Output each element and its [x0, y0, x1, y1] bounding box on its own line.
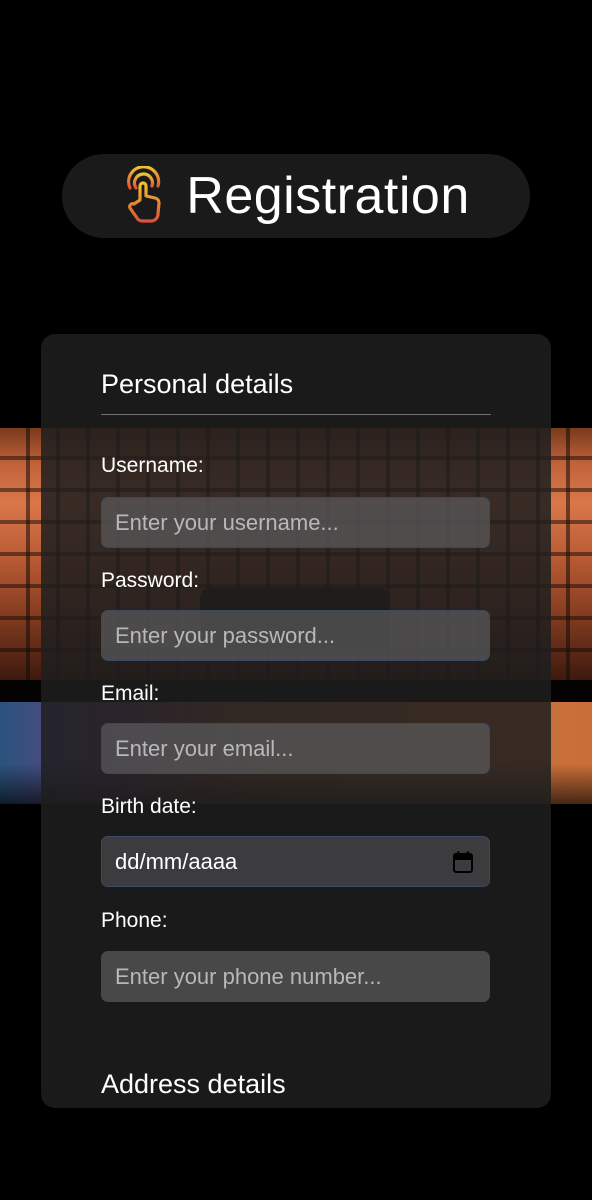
username-label: Username:	[101, 454, 204, 477]
calendar-icon[interactable]	[453, 851, 473, 873]
registration-form: Personal details Username: Enter your us…	[41, 334, 551, 1108]
email-input[interactable]: Enter your email...	[101, 723, 490, 774]
password-placeholder: Enter your password...	[115, 622, 336, 648]
phone-label: Phone:	[101, 909, 168, 932]
phone-placeholder: Enter your phone number...	[115, 963, 382, 989]
username-input[interactable]: Enter your username...	[101, 497, 490, 548]
page-header: Registration	[62, 154, 530, 238]
address-details-heading: Address details	[101, 1069, 286, 1099]
password-label: Password:	[101, 569, 200, 592]
tap-hand-icon	[122, 166, 168, 226]
birth-date-value: dd/mm/aaaa	[115, 848, 238, 874]
password-input[interactable]: Enter your password...	[101, 610, 490, 661]
username-placeholder: Enter your username...	[115, 509, 339, 535]
birth-date-label: Birth date:	[101, 795, 197, 818]
phone-input[interactable]: Enter your phone number...	[101, 951, 490, 1002]
registration-page: Registration Personal details Username: …	[0, 0, 592, 1200]
email-label: Email:	[101, 682, 160, 705]
personal-details-heading: Personal details	[101, 369, 294, 399]
email-placeholder: Enter your email...	[115, 735, 294, 761]
page-title: Registration	[186, 167, 470, 225]
birth-date-input[interactable]: dd/mm/aaaa	[101, 836, 490, 887]
